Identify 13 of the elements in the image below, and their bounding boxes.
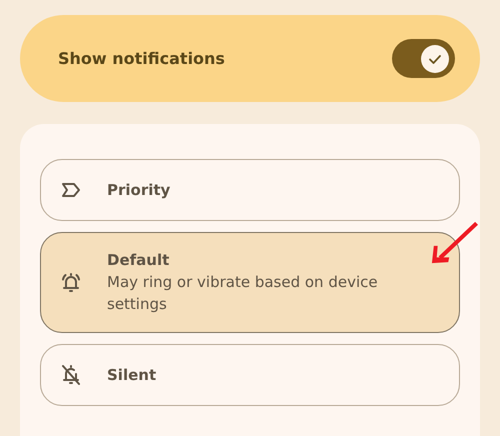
notifications-toggle-row[interactable]: Show notifications bbox=[20, 15, 480, 102]
option-card[interactable]: Silent bbox=[40, 344, 460, 406]
option-description: May ring or vibrate based on device settings bbox=[107, 272, 379, 314]
toggle-switch[interactable] bbox=[392, 39, 455, 78]
option-title: Default bbox=[107, 250, 170, 268]
option-card[interactable]: Default May ring or vibrate based on device settings bbox=[40, 232, 460, 333]
option-title: Priority bbox=[107, 181, 170, 199]
muted-bell-icon bbox=[59, 363, 83, 387]
ringing-bell-icon bbox=[59, 270, 83, 294]
option-title: Silent bbox=[107, 366, 156, 384]
toggle-label: Show notifications bbox=[58, 49, 225, 68]
option-card[interactable]: Priority bbox=[40, 159, 460, 221]
check-thumb-icon bbox=[421, 44, 449, 72]
